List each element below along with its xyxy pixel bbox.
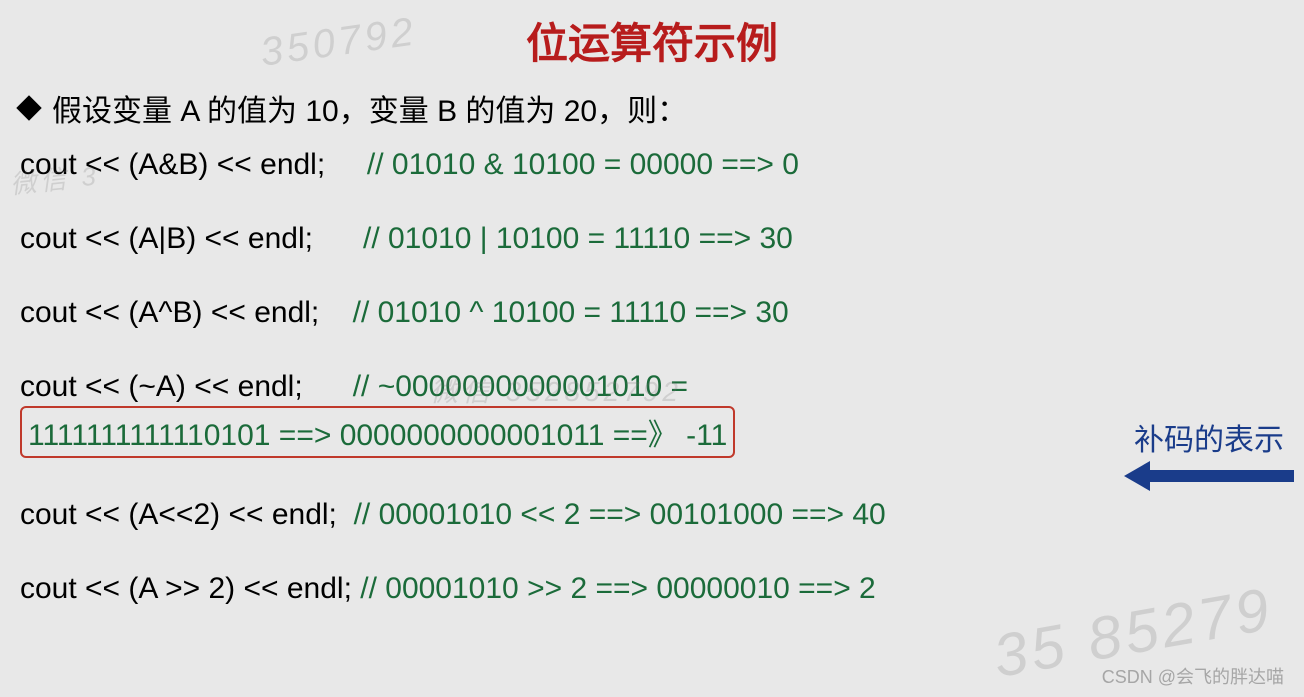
line-shl: cout << (A<<2) << endl; // 00001010 << 2… [20, 498, 1284, 532]
comment-xor: // 01010 ^ 10100 = 11110 ==> 30 [353, 296, 789, 329]
boxed-result: 1111111111110101 ==> 0000000000001011 ==… [20, 406, 735, 458]
boxed-text: 1111111111110101 ==> 0000000000001011 ==… [28, 419, 727, 452]
code-xor: cout << (A^B) << endl; [20, 296, 319, 329]
csdn-credit: CSDN @会飞的胖达喵 [1102, 663, 1284, 689]
annotation-label: 补码的表示 [1134, 415, 1284, 459]
line-shr: cout << (A >> 2) << endl; // 00001010 >>… [20, 572, 1284, 606]
arrow-left-icon [1124, 461, 1294, 489]
intro-text: 假设变量 A 的值为 10，变量 B 的值为 20，则： [52, 86, 687, 130]
comment-and: // 01010 & 10100 = 00000 ==> 0 [367, 148, 799, 181]
line-not-cont: 1111111111110101 ==> 0000000000001011 ==… [20, 410, 1284, 458]
page-title: 位运算符示例 [20, 10, 1284, 71]
code-not: cout << (~A) << endl; [20, 370, 303, 403]
line-and: cout << (A&B) << endl; // 01010 & 10100 … [20, 148, 1284, 182]
diamond-bullet-icon [16, 95, 41, 120]
comment-or: // 01010 | 10100 = 11110 ==> 30 [363, 222, 793, 255]
intro-line: 假设变量 A 的值为 10，变量 B 的值为 20，则： [20, 86, 1284, 130]
comment-shl: // 00001010 << 2 ==> 00101000 ==> 40 [354, 498, 886, 531]
code-or: cout << (A|B) << endl; [20, 222, 313, 255]
annotation-group: 补码的表示 [1124, 415, 1294, 489]
comment-not: // ~0000000000001010 = [353, 370, 688, 403]
line-not: cout << (~A) << endl; // ~00000000000010… [20, 370, 1284, 404]
line-xor: cout << (A^B) << endl; // 01010 ^ 10100 … [20, 296, 1284, 330]
code-shr: cout << (A >> 2) << endl; [20, 572, 352, 605]
code-and: cout << (A&B) << endl; [20, 148, 325, 181]
line-or: cout << (A|B) << endl; // 01010 | 10100 … [20, 222, 1284, 256]
comment-shr: // 00001010 >> 2 ==> 00000010 ==> 2 [360, 572, 876, 605]
code-shl: cout << (A<<2) << endl; [20, 498, 337, 531]
